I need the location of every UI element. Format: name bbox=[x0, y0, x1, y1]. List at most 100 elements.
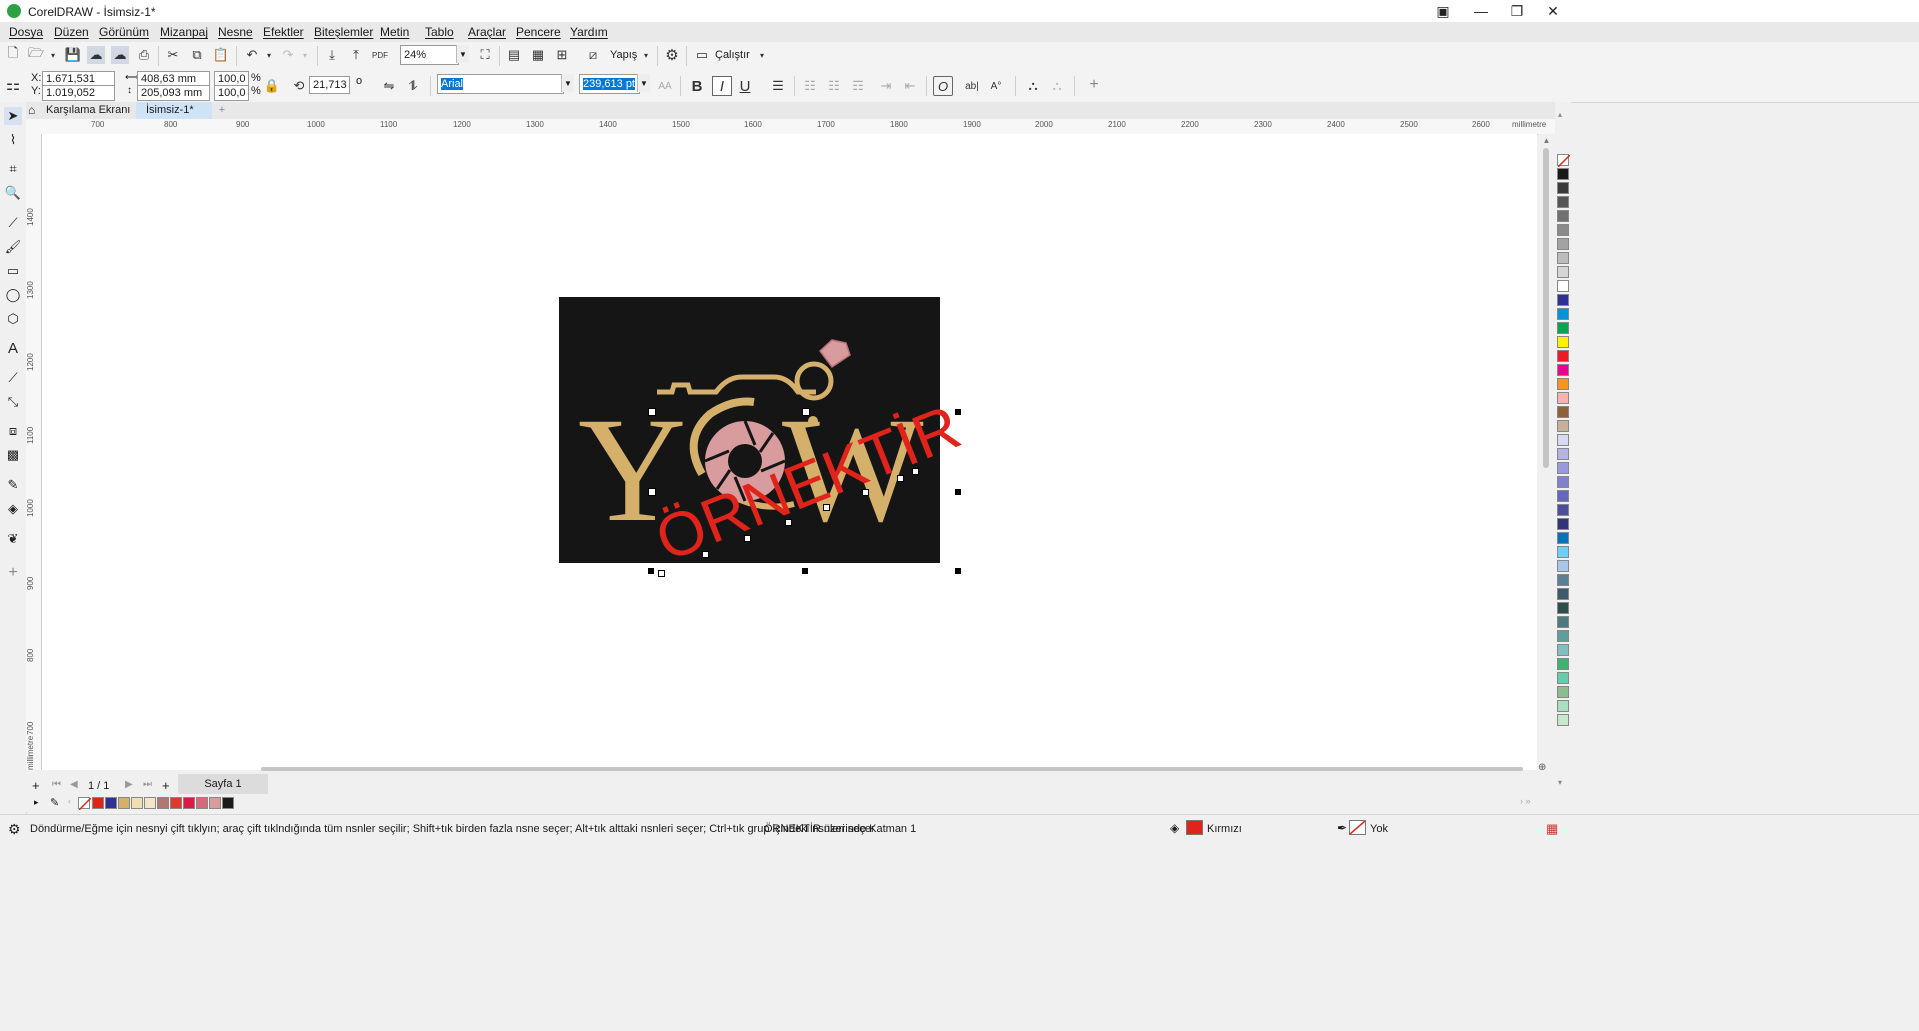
palette-swatch[interactable] bbox=[1557, 714, 1569, 726]
text-node-handle[interactable] bbox=[862, 489, 869, 496]
palette-swatch[interactable] bbox=[1557, 616, 1569, 628]
outline-color-swatch[interactable] bbox=[1349, 820, 1366, 835]
scroll-up-icon[interactable]: ▲ bbox=[1539, 136, 1554, 146]
add-tool-icon[interactable]: + bbox=[4, 564, 22, 582]
options-gear-icon[interactable]: ⚙ bbox=[663, 46, 681, 64]
show-grid-icon[interactable]: ▦ bbox=[529, 46, 547, 64]
palette-swatch[interactable] bbox=[1557, 196, 1569, 208]
export-icon[interactable]: ⤒ bbox=[347, 46, 365, 64]
add-page-before-icon[interactable]: + bbox=[32, 778, 40, 793]
new-tab-button[interactable]: + bbox=[214, 102, 230, 119]
selection-handle[interactable] bbox=[648, 408, 656, 416]
text-tool-icon[interactable]: A bbox=[4, 339, 22, 357]
selection-handle[interactable] bbox=[955, 409, 961, 415]
horizontal-ruler[interactable]: 700 800 900 1000 1100 1200 1300 1400 150… bbox=[26, 119, 1555, 135]
palette-swatch[interactable] bbox=[1557, 336, 1569, 348]
polygon-tool-icon[interactable]: ⬡ bbox=[4, 310, 22, 328]
cut-icon[interactable]: ✂ bbox=[164, 46, 182, 64]
snap-dropdown-icon[interactable]: ▾ bbox=[637, 46, 655, 64]
underline-button[interactable]: U bbox=[736, 77, 754, 95]
palette-swatch[interactable] bbox=[1557, 574, 1569, 586]
lock-ratio-icon[interactable]: 🔒 bbox=[263, 77, 281, 95]
edit-text-icon[interactable]: ab| bbox=[963, 77, 981, 95]
height-field[interactable]: 205,093 mm bbox=[137, 85, 210, 101]
palette-swatch[interactable] bbox=[1557, 280, 1569, 292]
text-node-handle[interactable] bbox=[744, 535, 751, 542]
status-settings-gear-icon[interactable]: ⚙ bbox=[8, 821, 21, 838]
menu-edit[interactable]: Düzen bbox=[54, 25, 89, 39]
zoom-corner-icon[interactable]: ⊕ bbox=[1538, 762, 1546, 773]
paste-icon[interactable]: 📋 bbox=[212, 46, 230, 64]
interactive-fill-tool-icon[interactable]: ◈ bbox=[4, 500, 22, 518]
palette-swatch[interactable] bbox=[1557, 546, 1569, 558]
text-node-handle[interactable] bbox=[897, 475, 904, 482]
palette-swatch[interactable] bbox=[1557, 672, 1569, 684]
snap-to-label[interactable]: Yapış bbox=[610, 49, 637, 61]
tab-welcome-screen[interactable]: Karşılama Ekranı bbox=[46, 102, 134, 119]
palette-swatch[interactable] bbox=[1557, 350, 1569, 362]
document-color-swatch[interactable] bbox=[183, 797, 195, 809]
next-page-icon[interactable]: ▶ bbox=[125, 779, 133, 790]
y-position-field[interactable]: 1.019,052 mm bbox=[42, 85, 115, 113]
palette-swatch[interactable] bbox=[1557, 448, 1569, 460]
object-origin-icon[interactable]: ⚏ bbox=[4, 76, 22, 94]
character-case-icon[interactable]: AA bbox=[656, 77, 674, 95]
drop-shadow-tool-icon[interactable]: ⧈ bbox=[4, 422, 22, 440]
font-size-dropdown-icon[interactable]: ▼ bbox=[637, 74, 650, 92]
palette-swatch[interactable] bbox=[1557, 420, 1569, 432]
undo-icon[interactable]: ↶ bbox=[243, 46, 261, 64]
show-guidelines-icon[interactable]: ⊞ bbox=[553, 46, 571, 64]
palette-swatch[interactable] bbox=[1557, 406, 1569, 418]
launch-icon[interactable]: ▭ bbox=[693, 46, 711, 64]
close-button[interactable]: ✕ bbox=[1530, 0, 1576, 22]
menu-text[interactable]: Metin bbox=[380, 25, 409, 39]
selection-handle[interactable] bbox=[648, 568, 654, 574]
palette-swatch[interactable] bbox=[1557, 476, 1569, 488]
palette-swatch[interactable] bbox=[1557, 630, 1569, 642]
artistic-media-tool-icon[interactable]: 🖌 bbox=[4, 238, 22, 256]
home-icon[interactable]: ⌂ bbox=[28, 102, 44, 119]
selection-handle[interactable] bbox=[955, 489, 961, 495]
import-icon[interactable]: ⤓ bbox=[323, 46, 341, 64]
palette-eyedropper-icon[interactable]: ✎ bbox=[50, 796, 59, 809]
palette-swatch[interactable] bbox=[1557, 168, 1569, 180]
text-node-handle[interactable] bbox=[823, 504, 830, 511]
launch-dropdown-icon[interactable]: ▾ bbox=[753, 46, 771, 64]
bullet-list-icon[interactable]: ☷ bbox=[801, 77, 819, 95]
text-align-icon[interactable]: ☰ bbox=[769, 77, 787, 95]
cloud-upload-icon[interactable]: ☁ bbox=[87, 46, 105, 64]
text-node-handle[interactable] bbox=[702, 551, 709, 558]
palette-swatch[interactable] bbox=[1557, 532, 1569, 544]
document-color-swatch[interactable] bbox=[118, 797, 130, 809]
undo-dropdown-icon[interactable]: ▾ bbox=[260, 46, 278, 64]
cloud-download-icon[interactable]: ☁ bbox=[111, 46, 129, 64]
palette-swatch[interactable] bbox=[1557, 238, 1569, 250]
numbered-list-icon[interactable]: ☷ bbox=[825, 77, 843, 95]
open-dropdown-icon[interactable]: ▾ bbox=[44, 46, 62, 64]
palette-swatch[interactable] bbox=[1557, 434, 1569, 446]
new-document-icon[interactable]: 🗋 bbox=[4, 45, 22, 64]
add-page-after-icon[interactable]: + bbox=[162, 778, 170, 793]
mirror-vertical-icon[interactable]: ⥮ bbox=[404, 77, 422, 95]
save-icon[interactable]: 💾 bbox=[64, 46, 82, 64]
palette-swatch[interactable] bbox=[1557, 490, 1569, 502]
palette-swatch[interactable] bbox=[1557, 588, 1569, 600]
palette-swatch[interactable] bbox=[1557, 364, 1569, 376]
menu-window[interactable]: Pencere bbox=[516, 25, 561, 39]
ellipse-tool-icon[interactable]: ◯ bbox=[4, 286, 22, 304]
freehand-tool-icon[interactable]: ⟋ bbox=[4, 214, 22, 232]
rotate-icon[interactable]: ⟲ bbox=[290, 77, 308, 95]
glyphs-icon[interactable]: A° bbox=[987, 77, 1005, 95]
decrease-indent-icon[interactable]: ⇤ bbox=[901, 77, 919, 95]
document-color-swatch[interactable] bbox=[157, 797, 169, 809]
font-dropdown-icon[interactable]: ▼ bbox=[561, 74, 574, 92]
selection-handle[interactable] bbox=[648, 488, 656, 496]
menu-view[interactable]: Görünüm bbox=[99, 25, 149, 39]
rectangle-tool-icon[interactable]: ▭ bbox=[4, 262, 22, 280]
palette-swatch[interactable] bbox=[1557, 462, 1569, 474]
fill-color-swatch[interactable] bbox=[1186, 820, 1203, 835]
rotation-angle-field[interactable]: 21,713 bbox=[309, 76, 350, 94]
zoom-tool-icon[interactable]: 🔍 bbox=[4, 184, 22, 202]
palette-swatch[interactable] bbox=[1557, 182, 1569, 194]
bold-button[interactable]: B bbox=[688, 77, 706, 95]
